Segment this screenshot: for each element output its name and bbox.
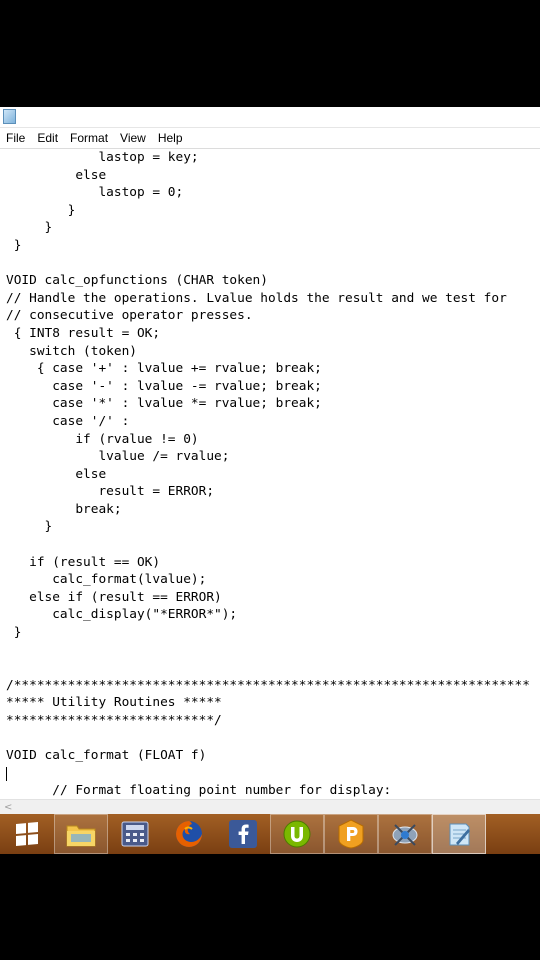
code-line: lvalue /= rvalue; [6, 449, 230, 465]
code-line: /***************************************… [6, 677, 530, 693]
code-line: { case '+' : lvalue += rvalue; break; [6, 361, 322, 377]
code-line: case '*' : lvalue *= rvalue; break; [6, 396, 322, 412]
code-line: VOID calc_format (FLOAT f) [6, 748, 207, 764]
taskbar-firefox[interactable] [162, 814, 216, 854]
code-line: } [6, 220, 53, 236]
menu-format[interactable]: Format [64, 128, 114, 148]
notepad-app-icon[interactable] [3, 109, 16, 124]
text-caret [6, 766, 7, 781]
notepad-icon [449, 823, 470, 846]
menu-view[interactable]: View [114, 128, 152, 148]
code-line: ***************************/ [6, 713, 222, 728]
code-line: } [6, 519, 53, 535]
facebook-icon [229, 820, 257, 848]
windows-logo-icon [16, 822, 38, 846]
code-line: { INT8 result = OK; [6, 325, 161, 341]
presentation-icon [338, 819, 364, 849]
menu-help[interactable]: Help [152, 128, 189, 148]
taskbar-network-tool[interactable] [378, 814, 432, 854]
code-line: } [6, 625, 22, 641]
horizontal-scrollbar[interactable]: < [0, 799, 540, 815]
taskbar-facebook[interactable] [216, 814, 270, 854]
code-line: result = ERROR; [6, 484, 215, 500]
code-line-with-caret: // Format floating point number for disp… [0, 765, 540, 798]
network-tool-icon [392, 824, 418, 846]
menu-edit[interactable]: Edit [31, 128, 64, 148]
code-line: else [6, 466, 107, 482]
code-line: else [6, 167, 107, 183]
text-editor-area[interactable]: lastop = key; else lastop = 0; } } } VOI… [0, 149, 540, 799]
taskbar [0, 814, 540, 854]
taskbar-utorrent[interactable] [270, 814, 324, 854]
code-line: calc_display("*ERROR*"); [6, 607, 238, 623]
code-line: if (rvalue != 0) [6, 431, 199, 447]
calculator-icon [121, 821, 149, 847]
code-line: calc_format(lvalue); [6, 572, 207, 588]
code-line: ***** Utility Routines ***** [6, 695, 222, 711]
code-line: } [6, 202, 76, 218]
code-line: case '-' : lvalue -= rvalue; break; [6, 378, 322, 394]
code-line: break; [6, 501, 122, 517]
code-line: switch (token) [6, 343, 137, 359]
taskbar-notepad[interactable] [432, 814, 486, 854]
taskbar-presentation[interactable] [324, 814, 378, 854]
code-line: // Handle the operations. Lvalue holds t… [6, 290, 507, 306]
code-line: } [6, 237, 22, 253]
notepad-window: File Edit Format View Help lastop = key;… [0, 107, 540, 854]
code-line: case '/' : [6, 413, 130, 429]
code-line: lastop = 0; [6, 185, 184, 201]
taskbar-file-explorer[interactable] [54, 814, 108, 854]
utorrent-icon [283, 820, 311, 848]
taskbar-calculator[interactable] [108, 814, 162, 854]
title-bar[interactable] [0, 107, 540, 128]
code-line-text: // Format floating point number for disp… [52, 783, 392, 799]
code-line: VOID calc_opfunctions (CHAR token) [6, 273, 268, 289]
start-button[interactable] [0, 814, 54, 854]
code-line: lastop = key; [6, 150, 199, 165]
folder-icon [66, 825, 96, 847]
code-line: // consecutive operator presses. [6, 308, 253, 324]
menu-bar: File Edit Format View Help [0, 128, 540, 149]
menu-file[interactable]: File [0, 128, 31, 148]
code-line: else if (result == ERROR) [6, 589, 222, 605]
firefox-icon [176, 821, 202, 847]
scroll-left-arrow-icon[interactable]: < [4, 800, 12, 815]
code-line: if (result == OK) [6, 554, 161, 570]
